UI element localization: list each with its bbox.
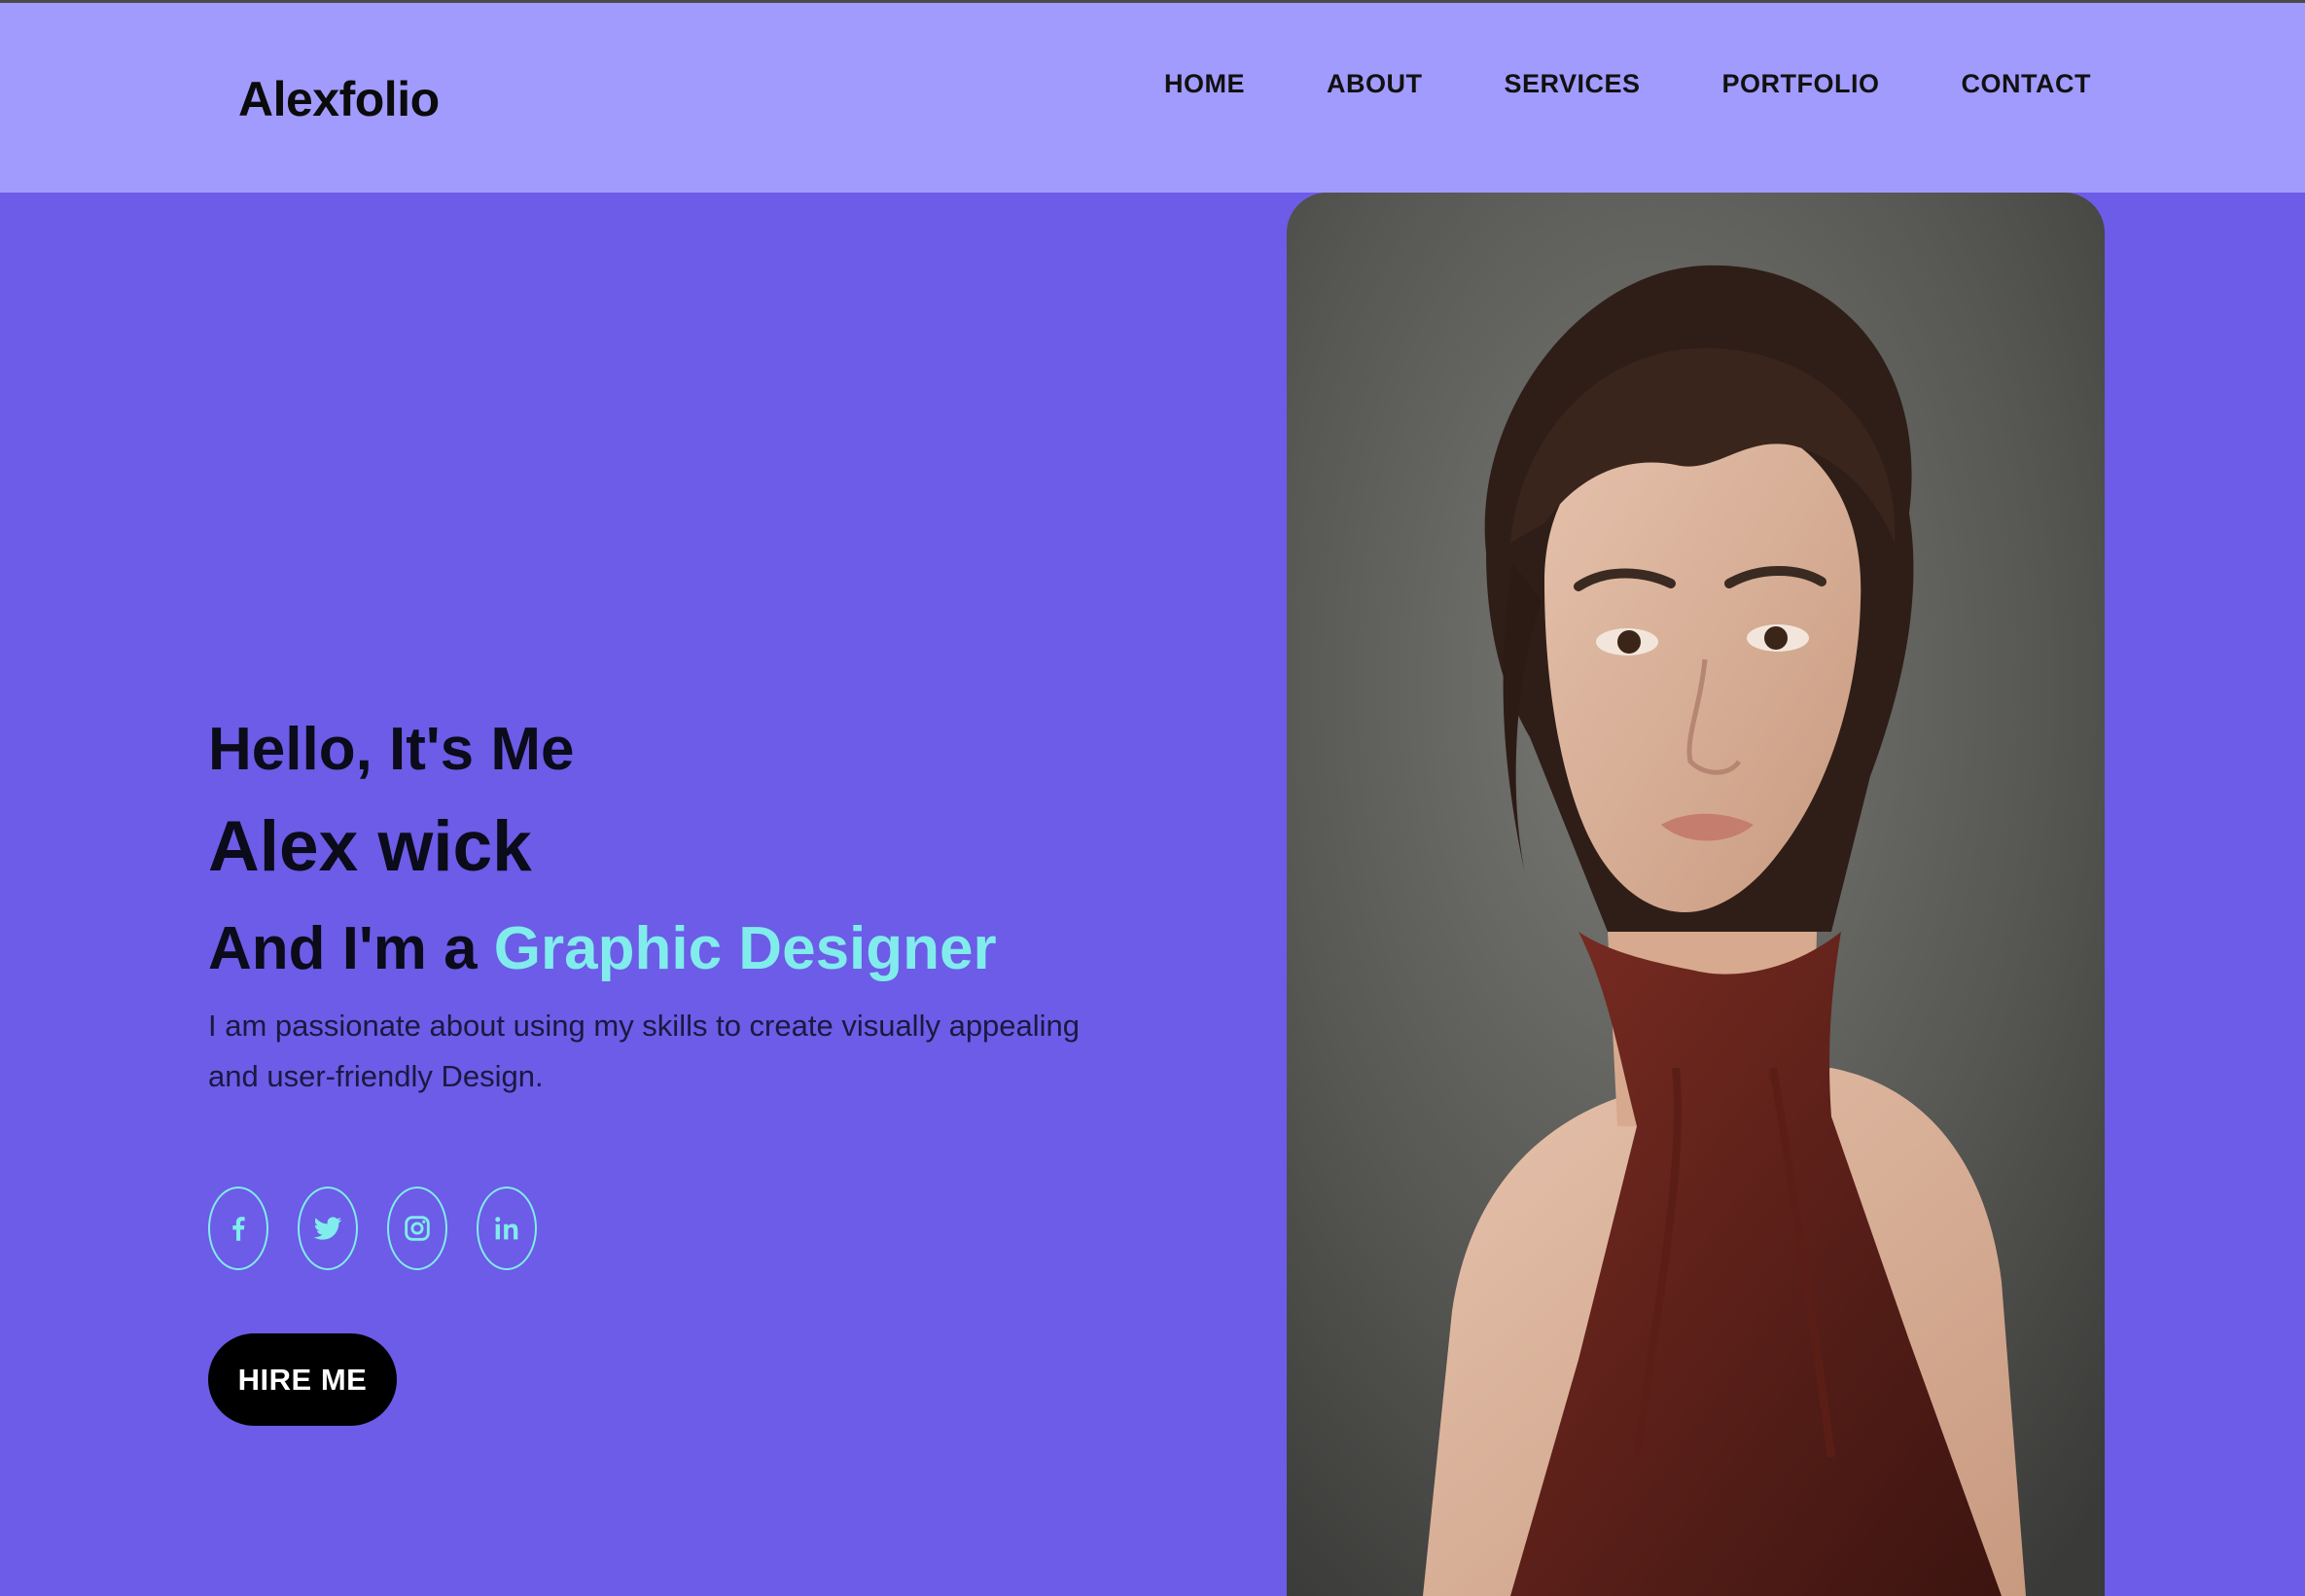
hero-greeting: Hello, It's Me <box>208 716 575 783</box>
main-nav: HOME ABOUT SERVICES PORTFOLIO CONTACT <box>1082 69 2091 99</box>
site-logo[interactable]: Alexfolio <box>238 71 440 127</box>
instagram-link[interactable] <box>387 1187 447 1270</box>
social-links <box>208 1187 566 1270</box>
linkedin-icon <box>495 1217 518 1240</box>
nav-contact[interactable]: CONTACT <box>1962 69 2091 99</box>
hero-role: Graphic Designer <box>493 915 997 982</box>
twitter-link[interactable] <box>298 1187 358 1270</box>
facebook-link[interactable] <box>208 1187 268 1270</box>
hero-role-line: And I'm a Graphic Designer <box>208 919 1181 979</box>
nav-about[interactable]: ABOUT <box>1327 69 1423 99</box>
portrait-image <box>1287 193 2105 1596</box>
hero-name: Alex wick <box>208 807 532 886</box>
portrait-photo <box>1287 193 2105 1596</box>
instagram-icon <box>405 1216 430 1241</box>
linkedin-link[interactable] <box>477 1187 537 1270</box>
hero-description: I am passionate about using my skills to… <box>208 1009 1081 1093</box>
nav-services[interactable]: SERVICES <box>1504 69 1640 99</box>
facebook-icon <box>232 1217 245 1241</box>
nav-portfolio[interactable]: PORTFOLIO <box>1722 69 1880 99</box>
twitter-icon <box>313 1217 342 1240</box>
site-header: Alexfolio HOME ABOUT SERVICES PORTFOLIO … <box>0 3 2305 193</box>
hire-me-button[interactable]: HIRE ME <box>208 1333 397 1426</box>
hero-role-prefix: And I'm a <box>208 915 478 982</box>
hero-text: Hello, It's Me Alex wick And I'm a Graph… <box>208 720 1181 1102</box>
nav-home[interactable]: HOME <box>1164 69 1245 99</box>
